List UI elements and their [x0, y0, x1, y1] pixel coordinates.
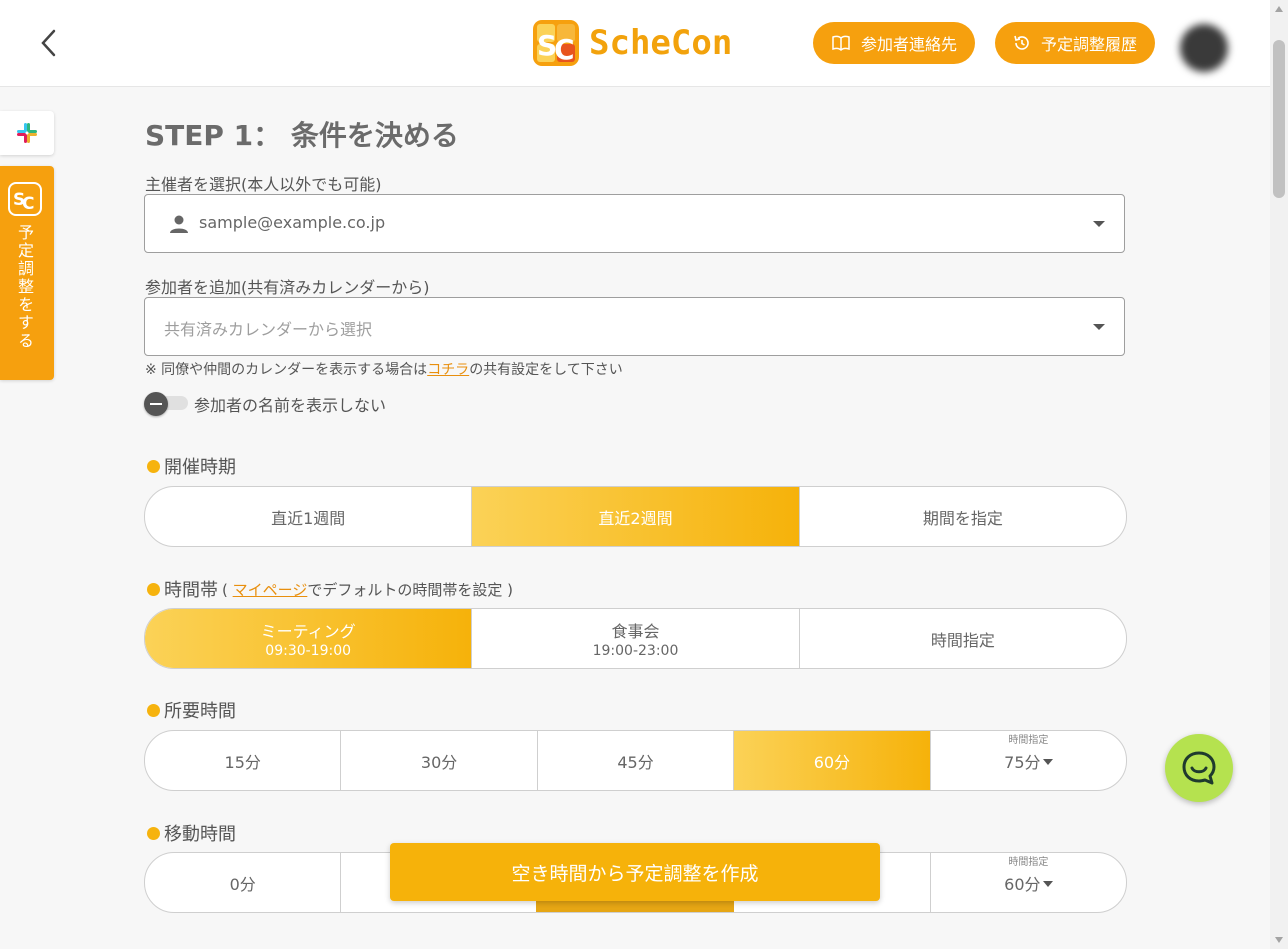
chevron-down-icon [1093, 324, 1105, 330]
history-icon [1014, 35, 1029, 50]
duration-section-label: 所要時間 [147, 697, 236, 723]
back-icon[interactable] [34, 26, 64, 60]
svg-text:C: C [22, 194, 34, 214]
create-schedule-label: 空き時間から予定調整を作成 [511, 862, 759, 885]
timeslot-option-meeting[interactable]: ミーティング 09:30-19:00 [145, 609, 473, 668]
share-settings-link[interactable]: コチラ [427, 362, 469, 378]
custom-label: 時間指定 [1008, 857, 1049, 868]
duration-custom-dropdown[interactable]: 時間指定 75分 [931, 731, 1126, 790]
scrollbar[interactable] [1270, 0, 1288, 949]
option-label: 時間指定 [930, 630, 995, 650]
calendar-share-note: ※ 同僚や仲間のカレンダーを表示する場合はコチラの共有設定をして下さい [145, 359, 623, 379]
timeslot-label: 時間帯 [164, 580, 218, 601]
organizer-value: sample@example.co.jp [199, 213, 386, 232]
person-icon [170, 215, 188, 233]
participants-select[interactable]: 共有済みカレンダーから選択 [144, 297, 1125, 356]
hint-open: ( [222, 580, 233, 599]
chat-button[interactable] [1165, 734, 1233, 802]
duration-label: 所要時間 [164, 701, 236, 722]
option-label: 60分 [813, 752, 851, 772]
duration-selector: 15分 30分 45分 60分 時間指定 75分 [144, 730, 1127, 791]
option-label: 直近1週間 [271, 508, 346, 528]
custom-label: 時間指定 [1008, 735, 1049, 746]
mypage-link[interactable]: マイページ [233, 581, 308, 599]
option-label: 45分 [617, 752, 654, 772]
create-schedule-button[interactable]: 空き時間から予定調整を作成 [390, 843, 880, 901]
option-time: 09:30-19:00 [265, 643, 352, 659]
organizer-label: 主催者を選択(本人以外でも可能) [145, 175, 382, 194]
option-label: 直近2週間 [598, 508, 673, 528]
option-label: ミーティング [260, 622, 356, 641]
timeslot-option-dinner[interactable]: 食事会 19:00-23:00 [472, 609, 800, 668]
book-icon [832, 35, 850, 51]
period-section-label: 開催時期 [147, 453, 236, 479]
custom-value-text: 75分 [1004, 752, 1041, 772]
avatar[interactable] [1180, 24, 1228, 72]
bullet-dot-icon [147, 826, 160, 840]
contacts-button-label: 参加者連絡先 [861, 35, 958, 54]
timeslot-option-custom[interactable]: 時間指定 [800, 609, 1126, 668]
duration-option-60[interactable]: 60分 [734, 731, 931, 790]
logo-text: ScheCon [589, 23, 733, 63]
hide-names-label: 参加者の名前を表示しない [194, 396, 387, 415]
bullet-dot-icon [147, 582, 160, 596]
custom-value-text: 60分 [1004, 874, 1041, 894]
scroll-thumb[interactable] [1273, 40, 1285, 198]
slack-icon [17, 123, 37, 143]
option-label: 0分 [229, 874, 256, 894]
period-label: 開催時期 [164, 457, 236, 478]
note-prefix: ※ 同僚や仲間のカレンダーを表示する場合は [145, 362, 428, 378]
schecon-logo-icon: S C [533, 20, 579, 66]
schecon-tab-icon: SC [8, 182, 42, 216]
participants-label: 参加者を追加(共有済みカレンダーから) [145, 278, 430, 297]
period-option-1week[interactable]: 直近1週間 [145, 487, 473, 546]
option-label: 15分 [224, 752, 261, 772]
period-option-2weeks[interactable]: 直近2週間 [472, 487, 800, 546]
duration-option-15[interactable]: 15分 [145, 731, 342, 790]
duration-option-45[interactable]: 45分 [538, 731, 735, 790]
hint-text: でデフォルトの時間帯を設定 ) [307, 580, 513, 599]
toggle-knob [144, 392, 168, 416]
custom-value: 75分 [1004, 749, 1053, 773]
period-option-custom[interactable]: 期間を指定 [800, 487, 1126, 546]
scroll-up-arrow-icon[interactable] [1275, 6, 1283, 12]
chat-icon [1182, 751, 1216, 785]
organizer-select[interactable]: sample@example.co.jp [144, 194, 1125, 253]
timeslot-selector: ミーティング 09:30-19:00 食事会 19:00-23:00 時間指定 [144, 608, 1127, 669]
travel-label: 移動時間 [164, 824, 236, 845]
timeslot-hint: ( マイページでデフォルトの時間帯を設定 ) [222, 579, 513, 600]
travel-active-highlight [536, 901, 734, 912]
bullet-dot-icon [147, 703, 160, 717]
period-selector: 直近1週間 直近2週間 期間を指定 [144, 486, 1127, 547]
history-button-label: 予定調整履歴 [1041, 35, 1138, 54]
logo[interactable]: S C ScheCon [532, 18, 732, 68]
option-label: 期間を指定 [922, 508, 1003, 528]
bullet-dot-icon [147, 459, 160, 473]
history-button[interactable]: 予定調整履歴 [995, 22, 1156, 64]
travel-option-0[interactable]: 0分 [145, 853, 342, 912]
caret-down-icon [1042, 759, 1053, 765]
chevron-down-icon [1093, 221, 1105, 227]
participants-placeholder: 共有済みカレンダーから選択 [164, 320, 373, 339]
slack-tab[interactable] [0, 111, 54, 155]
note-suffix: の共有設定をして下さい [469, 362, 623, 378]
hide-names-toggle[interactable] [144, 392, 188, 416]
svg-text:C: C [554, 33, 575, 66]
contacts-button[interactable]: 参加者連絡先 [813, 22, 976, 64]
app-header: S C ScheCon 参加者連絡先 予定調整履歴 [0, 0, 1270, 87]
scroll-down-arrow-icon[interactable] [1275, 937, 1283, 943]
travel-custom-dropdown[interactable]: 時間指定 60分 [931, 853, 1126, 912]
page-title: STEP 1： 条件を決める [145, 119, 459, 152]
custom-value: 60分 [1004, 871, 1053, 895]
timeslot-section-label: 時間帯 ( マイページでデフォルトの時間帯を設定 ) [147, 576, 513, 602]
option-time: 19:00-23:00 [592, 643, 679, 659]
caret-down-icon [1042, 881, 1053, 887]
duration-option-30[interactable]: 30分 [341, 731, 538, 790]
option-label: 30分 [420, 752, 458, 772]
schedule-tab-label: 予定調整をする [15, 224, 34, 350]
travel-section-label: 移動時間 [147, 820, 236, 846]
schedule-tab[interactable]: SC 予定調整をする [0, 166, 54, 380]
option-label: 食事会 [611, 622, 660, 641]
